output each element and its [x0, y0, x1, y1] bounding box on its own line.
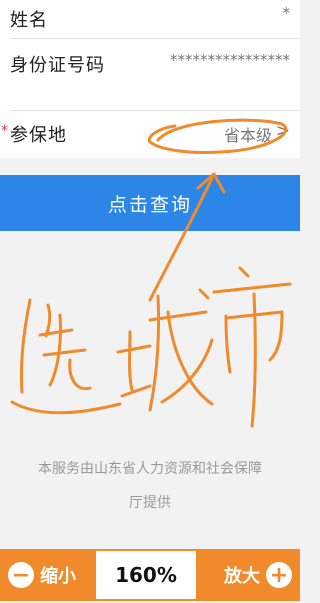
- name-label: 姓名: [10, 10, 48, 31]
- id-number-label: 身份证号码: [10, 55, 105, 76]
- service-provider-line-2: 厅提供: [129, 495, 171, 511]
- chevron-right-icon[interactable]: >: [276, 121, 290, 141]
- minus-icon: −: [8, 562, 34, 588]
- region-value[interactable]: 省本级: [224, 122, 272, 146]
- query-button[interactable]: 点击查询: [0, 175, 300, 231]
- form-panel: 姓名 * 身份证号码 **************** * 参保地 省本级 >: [0, 0, 300, 158]
- region-row[interactable]: * 参保地 省本级 >: [0, 111, 300, 157]
- plus-icon: +: [266, 562, 292, 588]
- name-row: 姓名 *: [0, 0, 300, 38]
- id-number-value: ****************: [170, 51, 290, 69]
- id-number-row: 身份证号码 ****************: [0, 39, 300, 109]
- zoom-in-button[interactable]: 放大 +: [224, 549, 292, 601]
- zoom-out-button[interactable]: − 缩小: [8, 549, 76, 601]
- zoom-bar: − 缩小 160% 放大 +: [0, 549, 300, 601]
- zoom-out-label: 缩小: [40, 566, 76, 587]
- zoom-in-label: 放大: [224, 566, 260, 587]
- name-value: *: [282, 4, 291, 22]
- service-provider-note: 本服务由山东省人力资源和社会保障 厅提供: [0, 452, 300, 520]
- region-label: 参保地: [10, 125, 67, 146]
- service-provider-line-1: 本服务由山东省人力资源和社会保障: [38, 461, 262, 477]
- required-mark: *: [1, 123, 8, 139]
- zoom-level: 160%: [96, 551, 196, 599]
